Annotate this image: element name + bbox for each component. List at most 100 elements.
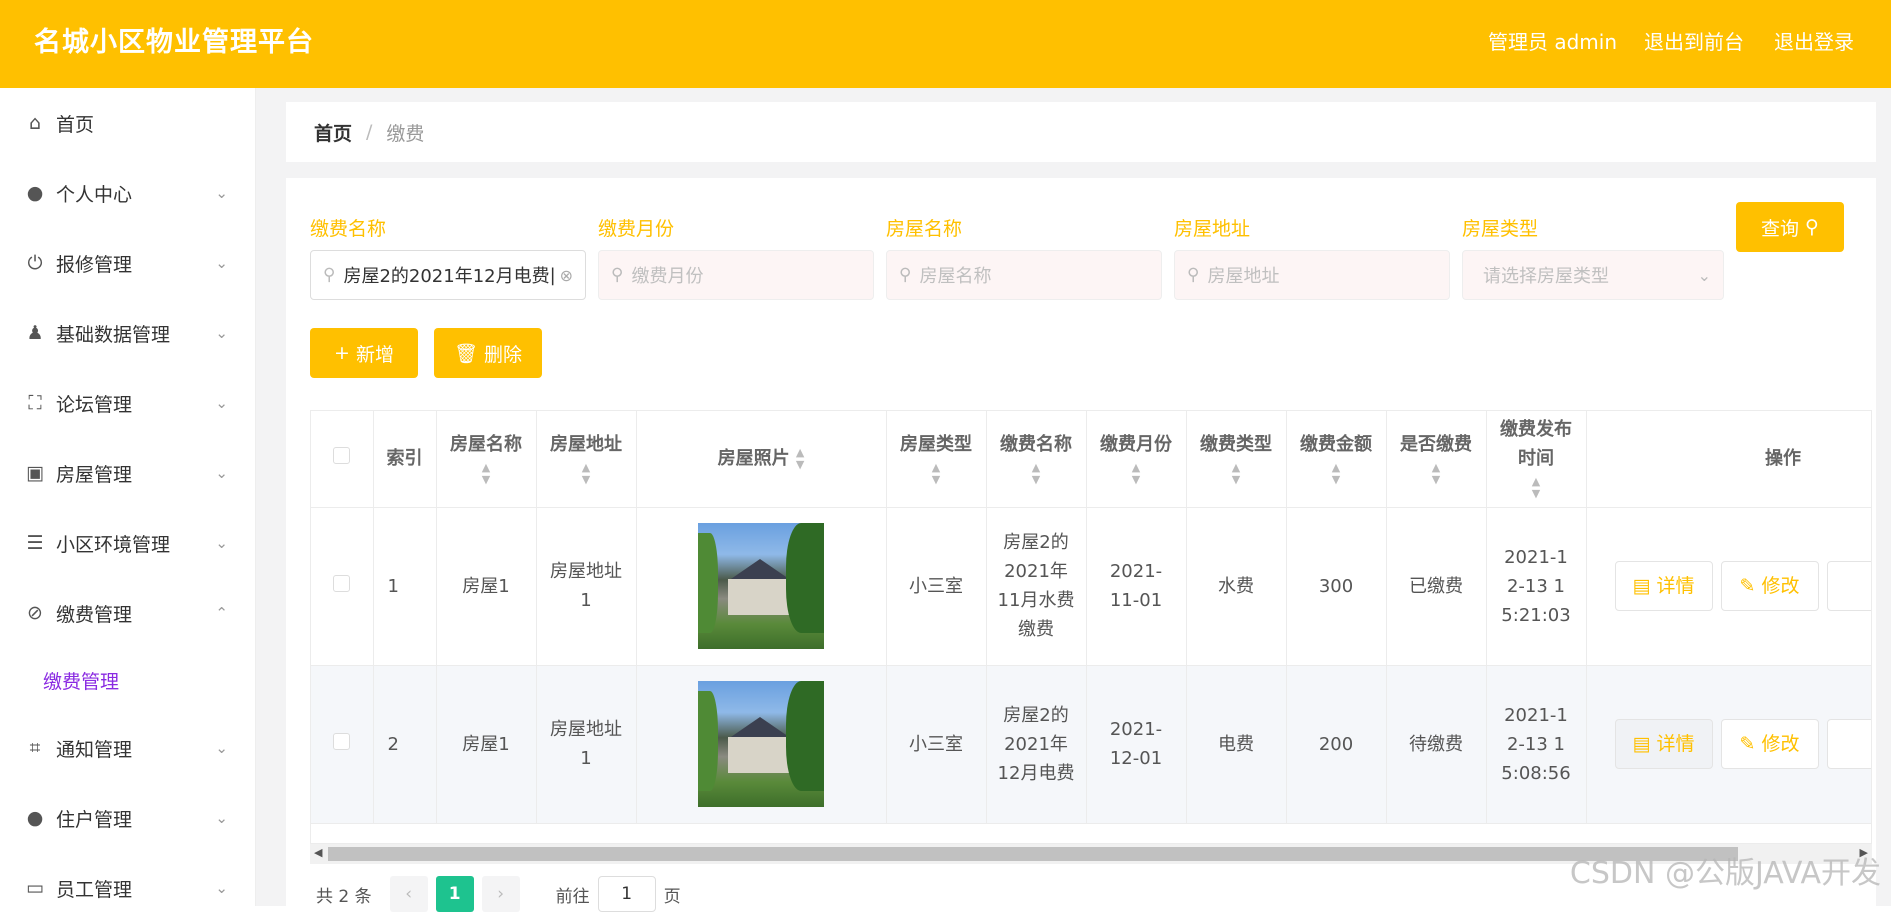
sort-icon[interactable]: ▲ ▼ [1132,461,1140,486]
cell-fee-month: 2021-11-01 [1086,507,1187,666]
detail-button[interactable]: ▤ 详情 [1614,561,1713,611]
sidebar-item-fee[interactable]: ⊘ 缴费管理 ⌃ [0,578,256,648]
exit-to-front-link[interactable]: 退出到前台 [1644,26,1744,55]
col-paid[interactable]: 是否缴费 ▲ ▼ [1386,411,1487,508]
sort-icon[interactable]: ▲ ▼ [1232,461,1240,486]
page-unit-label: 页 [663,886,681,907]
house-type-placeholder: 请选择房屋类型 [1483,266,1609,287]
sidebar-item-environment[interactable]: ☰ 小区环境管理 ⌄ [0,508,256,578]
frame-icon: ⛶ [28,392,42,414]
home-icon: ⌂ [28,112,42,134]
sidebar-item-label: 论坛管理 [56,393,133,416]
sidebar-item-label: 员工管理 [56,878,133,901]
cell-fee-name: 房屋2的2021年11月水费缴费 [986,507,1087,666]
sort-icon[interactable]: ▲ ▼ [796,447,804,471]
clear-icon[interactable]: ⊗ [560,266,573,285]
row-checkbox[interactable] [333,732,351,750]
trash-icon: ▯ [1870,730,1871,759]
fee-name-input[interactable]: ⚲ 房屋2的2021年12月电费 | ⊗ [310,250,586,300]
sidebar-item-forum[interactable]: ⛶ 论坛管理 ⌄ [0,368,256,438]
col-ops: 操作 [1586,411,1871,508]
house-name-input[interactable]: ⚲ 房屋名称 [886,250,1162,300]
sort-icon[interactable]: ▲ ▼ [1332,461,1340,486]
cell-publish-time: 2021-12-13 15:08:56 [1486,665,1587,824]
next-page-button[interactable]: › [481,876,520,912]
edit-button[interactable]: ✎ 修改 [1720,719,1819,769]
select-all-cell [311,411,374,508]
sidebar-item-notice[interactable]: ⌗ 通知管理 ⌄ [0,713,256,783]
sidebar-item-house[interactable]: ▣ 房屋管理 ⌄ [0,438,256,508]
sidebar-item-label: 房屋管理 [56,463,133,486]
col-house-addr[interactable]: 房屋地址 ▲ ▼ [536,411,637,508]
sidebar-item-staff[interactable]: ▭ 员工管理 ⌄ [0,853,256,923]
sort-icon[interactable]: ▲ ▼ [932,461,940,486]
house-type-label: 房屋类型 [1462,218,1539,240]
plus-icon: + [334,342,350,364]
cell-photo [636,507,887,666]
trash-icon: ▯ [1870,572,1871,601]
edit-button[interactable]: ✎ 修改 [1720,561,1819,611]
col-fee-type[interactable]: 缴费类型 ▲ ▼ [1186,411,1287,508]
cell-house-addr: 房屋地址1 [536,507,637,666]
logout-link[interactable]: 退出登录 [1774,26,1854,55]
sidebar-item-personal[interactable]: ● 个人中心 ⌄ [0,158,256,228]
chevron-up-icon: ⌃ [215,604,228,622]
cell-fee-type: 水费 [1186,507,1287,666]
scroll-left-arrow-icon[interactable]: ◀ [314,846,322,859]
sidebar-item-basedata[interactable]: ♟ 基础数据管理 ⌄ [0,298,256,368]
sort-icon[interactable]: ▲ ▼ [1032,461,1040,486]
cell-paid: 已缴费 [1386,507,1487,666]
page-1-button[interactable]: 1 [435,876,474,912]
add-button[interactable]: + 新增 [310,328,418,378]
sidebar-subitem-fee-management[interactable]: 缴费管理 [43,667,119,694]
sidebar-item-resident[interactable]: ● 住户管理 ⌄ [0,783,256,853]
col-house-type[interactable]: 房屋类型 ▲ ▼ [886,411,987,508]
sort-icon[interactable]: ▲ ▼ [482,461,490,486]
sidebar-item-label: 报修管理 [56,253,133,276]
pagination: 共 2 条 ‹ 1 › 前往 1 页 [316,874,681,914]
col-fee-month[interactable]: 缴费月份 ▲ ▼ [1086,411,1187,508]
col-fee-month-label: 缴费月份 [1100,433,1172,455]
cell-amount: 200 [1286,665,1387,824]
col-house-name[interactable]: 房屋名称 ▲ ▼ [436,411,537,508]
breadcrumb: 首页 / 缴费 [286,102,1876,162]
wallet-icon: ▣ [26,462,44,484]
chevron-down-icon: ⌄ [215,324,228,342]
breadcrumb-home[interactable]: 首页 [314,119,352,146]
col-fee-name[interactable]: 缴费名称 ▲ ▼ [986,411,1087,508]
sort-icon[interactable]: ▲ ▼ [1532,476,1540,500]
delete-row-button[interactable]: ▯ [1826,561,1871,611]
trash-icon: 🗑 [453,342,479,365]
sidebar-item-label: 通知管理 [56,738,133,761]
delete-button[interactable]: 🗑 删除 [434,328,542,378]
query-button[interactable]: 查询 ⚲ [1736,202,1844,252]
house-photo[interactable] [698,523,824,649]
house-addr-input[interactable]: ⚲ 房屋地址 [1174,250,1450,300]
fee-month-placeholder: 缴费月份 [631,266,704,287]
cell-house-type: 小三室 [886,665,987,824]
detail-button[interactable]: ▤ 详情 [1614,719,1713,769]
scrollbar-thumb[interactable] [328,847,1738,861]
prev-page-button[interactable]: ‹ [389,876,428,912]
user-icon: ● [26,182,44,204]
row-checkbox[interactable] [333,574,351,592]
house-type-select[interactable]: 请选择房屋类型 ⌄ [1462,250,1724,300]
col-index: 索引 [373,411,437,508]
col-photo[interactable]: 房屋照片 ▲ ▼ [636,411,887,508]
goto-page-input[interactable]: 1 [597,876,656,912]
fee-name-input-value: 房屋2的2021年12月电费 [343,266,550,287]
select-all-checkbox[interactable] [333,447,351,465]
house-photo[interactable] [698,681,824,807]
house-addr-placeholder: 房屋地址 [1207,266,1280,287]
col-publish-time[interactable]: 缴费发布时间 ▲ ▼ [1486,411,1587,508]
fee-month-input[interactable]: ⚲ 缴费月份 [598,250,874,300]
sidebar-item-home[interactable]: ⌂ 首页 [0,88,256,158]
chevron-down-icon: ⌄ [215,464,228,482]
col-amount[interactable]: 缴费金额 ▲ ▼ [1286,411,1387,508]
sort-icon[interactable]: ▲ ▼ [1432,461,1440,486]
sidebar-item-repair[interactable]: ⏻ 报修管理 ⌄ [0,228,256,298]
chevron-down-icon: ⌄ [215,879,228,897]
chevron-down-icon: ⌄ [215,739,228,757]
delete-row-button[interactable]: ▯ [1826,719,1871,769]
sort-icon[interactable]: ▲ ▼ [582,461,590,486]
